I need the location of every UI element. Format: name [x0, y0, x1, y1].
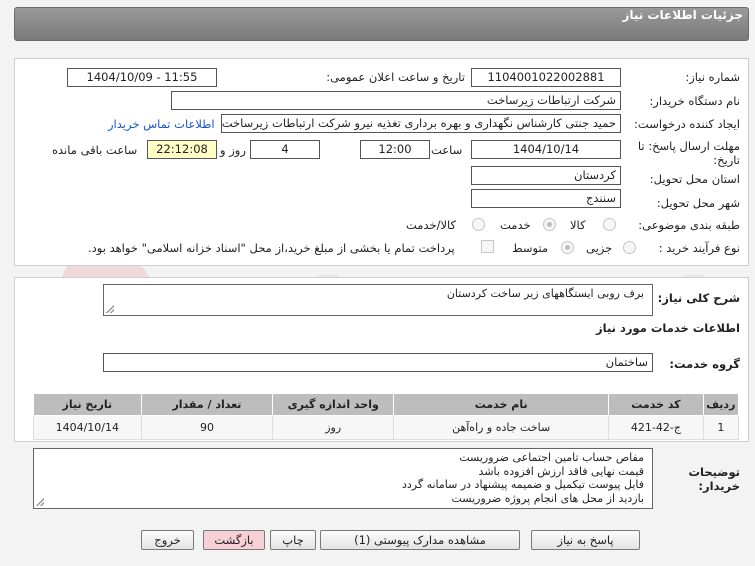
col-need-date: تاریخ نیاز [33, 393, 142, 416]
col-unit: واحد اندازه گیری [272, 393, 395, 416]
need-number-field[interactable]: 1104001022002881 [471, 68, 621, 87]
province-field[interactable]: کردستان [471, 166, 621, 185]
deadline-time-label: ساعت [431, 143, 463, 157]
cell-service-name: ساخت جاده و راه‌آهن [393, 415, 610, 440]
reply-button[interactable]: پاسخ به نیاز [531, 530, 640, 550]
services-table: ردیف کد خدمت نام خدمت واحد اندازه گیری ت… [33, 393, 740, 440]
deadline-label: مهلت ارسال پاسخ: تا [637, 139, 740, 153]
print-button[interactable]: چاپ [270, 530, 316, 550]
days-label: روز و [220, 143, 246, 157]
buyer-notes-label-2: خریدار: [698, 479, 740, 493]
view-attachments-button[interactable]: مشاهده مدارک پیوستی (1) [320, 530, 520, 550]
back-button[interactable]: بازگشت [203, 530, 265, 550]
process-radio-minor[interactable] [623, 241, 636, 254]
category-option-goods-service: کالا/خدمت [406, 218, 457, 232]
category-option-goods: کالا [570, 218, 586, 232]
process-label: نوع فرآیند خرید : [658, 241, 740, 255]
col-row-number: ردیف [702, 393, 740, 416]
deadline-date-field[interactable]: 1404/10/14 [471, 140, 621, 159]
info-panel [14, 58, 749, 266]
category-option-service: خدمت [500, 218, 531, 232]
province-label: استان محل تحویل: [649, 172, 740, 186]
category-radio-goods-service[interactable] [472, 218, 485, 231]
page-title: جزئیات اطلاعات نیاز [622, 8, 743, 22]
category-label: طبقه بندی موضوعی: [638, 218, 740, 232]
col-quantity: تعداد / مقدار [140, 393, 274, 416]
announce-field[interactable]: 1404/10/09 - 11:55 [67, 68, 217, 87]
cell-service-code: ج-42-421 [608, 415, 704, 440]
buyer-notes-label-1: توضیحات [688, 465, 741, 479]
services-section-title: اطلاعات خدمات مورد نیاز [596, 321, 740, 335]
treasury-note: پرداخت تمام یا بخشی از مبلغ خرید،از محل … [88, 241, 455, 255]
description-text: برف روبی ایستگاههای زیر ساخت کردستان [446, 287, 644, 300]
resize-grip-icon[interactable] [36, 498, 44, 506]
exit-button[interactable]: خروج [141, 530, 194, 550]
services-table-wrap: ردیف کد خدمت نام خدمت واحد اندازه گیری ت… [33, 393, 740, 440]
buyer-note-line: فایل پیوست تیکمیل و ضمیمه پیشنهاد در سام… [401, 478, 644, 491]
cell-need-date: 1404/10/14 [33, 415, 142, 440]
category-radio-service[interactable] [543, 218, 556, 231]
service-group-label: گروه خدمت: [669, 357, 740, 371]
col-service-name: نام خدمت [393, 393, 610, 416]
resize-grip-icon[interactable] [106, 305, 114, 313]
category-radio-goods[interactable] [603, 218, 616, 231]
city-label: شهر محل تحویل: [656, 196, 740, 210]
process-radio-medium[interactable] [561, 241, 574, 254]
table-row: 1 ج-42-421 ساخت جاده و راه‌آهن روز 90 14… [33, 415, 740, 440]
buyer-note-line: مفاص حساب تامین اجتماعی ضروریست [459, 451, 644, 464]
service-group-field[interactable]: ساختمان [103, 353, 653, 372]
remaining-label: ساعت باقی مانده [52, 143, 138, 157]
city-field[interactable]: سنندج [471, 189, 621, 208]
announce-label: تاریخ و ساعت اعلان عمومی: [326, 70, 465, 84]
buyer-org-field[interactable]: شرکت ارتباطات زیرساخت [171, 91, 621, 110]
col-service-code: کد خدمت [608, 393, 704, 416]
need-number-label: شماره نیاز: [685, 70, 740, 84]
buyer-note-line: بازدید از محل های انجام پروژه ضروریست [451, 491, 645, 505]
buyer-org-label: نام دستگاه خریدار: [649, 94, 740, 108]
process-option-medium: متوسط [512, 241, 549, 255]
cell-row-number: 1 [702, 415, 740, 440]
creator-field[interactable]: حمید جنتی کارشناس نگهداری و بهره برداری … [221, 114, 621, 133]
description-textarea[interactable]: برف روبی ایستگاههای زیر ساخت کردستان [103, 284, 653, 316]
deadline-date-label: تاریخ: [713, 153, 740, 167]
cell-unit: روز [272, 415, 395, 440]
days-field[interactable]: 4 [250, 140, 320, 159]
buyer-notes-textarea[interactable]: مفاص حساب تامین اجتماعی ضروریست قیمت نها… [33, 448, 653, 509]
deadline-time-field[interactable]: 12:00 [360, 140, 430, 159]
treasury-checkbox[interactable] [481, 240, 494, 253]
buyer-contact-link[interactable]: اطلاعات تماس خریدار [108, 117, 215, 131]
remaining-time-field: 22:12:08 [147, 140, 217, 159]
process-option-minor: جزیی [586, 241, 613, 255]
creator-label: ایجاد کننده درخواست: [634, 117, 740, 131]
description-label: شرح کلی نیاز: [657, 291, 740, 305]
buyer-note-line: قیمت نهایی فاقد ارزش افزوده باشد [478, 464, 644, 478]
table-header-row: ردیف کد خدمت نام خدمت واحد اندازه گیری ت… [33, 393, 740, 416]
cell-quantity: 90 [140, 415, 274, 440]
